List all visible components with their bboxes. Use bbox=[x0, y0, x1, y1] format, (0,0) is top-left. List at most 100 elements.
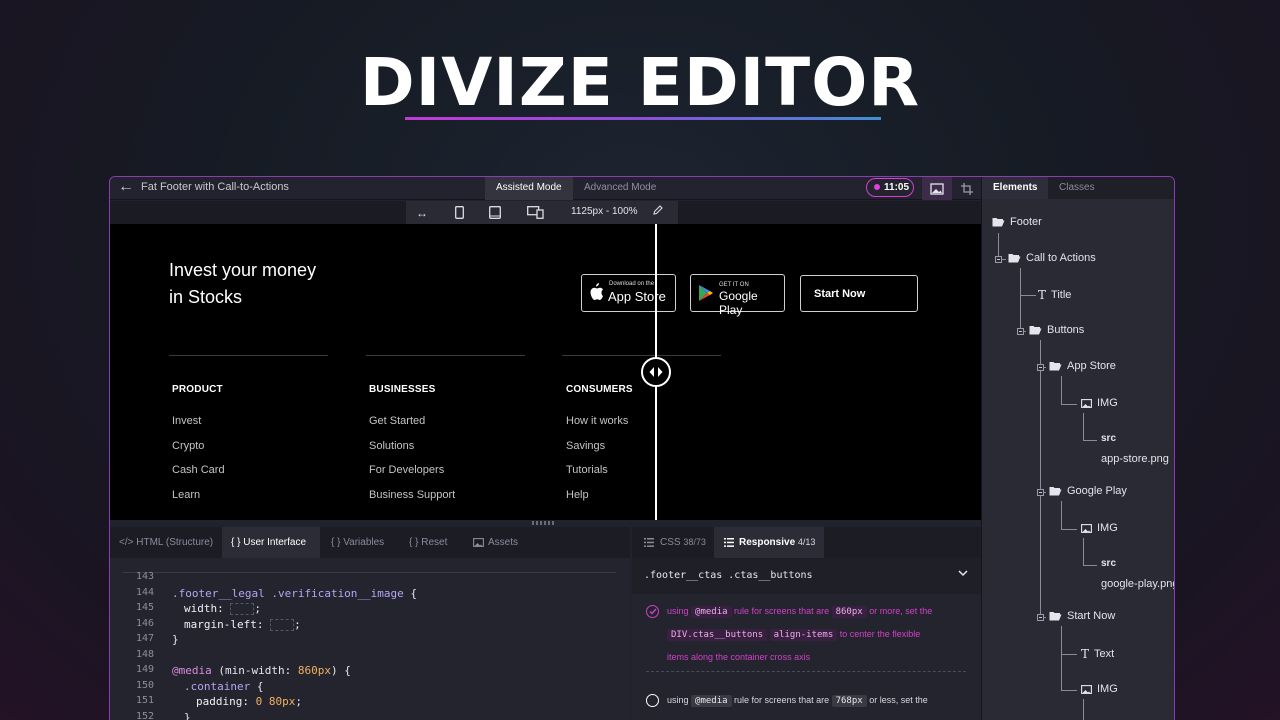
collapse-toggle[interactable] bbox=[1017, 328, 1024, 335]
session-timer: 11:05 bbox=[866, 178, 914, 197]
back-arrow-icon[interactable]: ← bbox=[118, 178, 134, 196]
tab-elements[interactable]: Elements bbox=[982, 177, 1049, 199]
image-icon bbox=[1081, 398, 1092, 408]
recording-dot-icon bbox=[874, 184, 880, 190]
tree-node-buttons[interactable]: Buttons bbox=[1029, 324, 1084, 336]
tab-html-structure[interactable]: </> HTML (Structure) bbox=[110, 527, 220, 558]
tree-node-title[interactable]: T Title bbox=[1038, 288, 1071, 302]
tree-attr-value[interactable]: google-play.png bbox=[1101, 578, 1174, 590]
footer-link[interactable]: Invest bbox=[172, 415, 201, 427]
text-type-icon: T bbox=[1038, 288, 1047, 302]
footer-link[interactable]: Tutorials bbox=[566, 464, 608, 476]
column-heading-product: PRODUCT bbox=[172, 384, 223, 395]
folder-open-icon bbox=[1049, 487, 1062, 496]
tab-classes[interactable]: Classes bbox=[1048, 177, 1106, 199]
app-store-big-text: App Store bbox=[608, 289, 666, 304]
collapse-toggle[interactable] bbox=[1037, 364, 1044, 371]
headline-line-2: in Stocks bbox=[169, 287, 243, 307]
check-circle-icon[interactable] bbox=[646, 605, 659, 618]
empty-circle-icon[interactable] bbox=[646, 694, 659, 707]
device-group: ↔ 1125px - 100% bbox=[406, 201, 678, 224]
splitter-handle[interactable] bbox=[641, 357, 671, 387]
footer-link[interactable]: Savings bbox=[566, 440, 605, 452]
app-store-small-text: Download on the bbox=[609, 281, 655, 287]
assisted-mode-tab[interactable]: Assisted Mode bbox=[485, 177, 573, 200]
tree-attr-src[interactable]: src bbox=[1101, 558, 1116, 569]
collapse-toggle[interactable] bbox=[1037, 489, 1044, 496]
footer-link[interactable]: Learn bbox=[172, 489, 200, 501]
tree-line bbox=[1061, 529, 1077, 530]
rule-description: using @media rule for screens that are 8… bbox=[667, 606, 933, 662]
mobile-device-icon[interactable] bbox=[447, 204, 471, 221]
footer-link[interactable]: Business Support bbox=[369, 489, 455, 501]
tree-attr-value[interactable]: app-store.png bbox=[1101, 453, 1169, 465]
document-title: Fat Footer with Call-to-Actions bbox=[141, 181, 289, 193]
selector-dropdown[interactable]: .footer__ctas .ctas__buttons bbox=[632, 558, 981, 594]
column-divider bbox=[562, 355, 721, 356]
tree-node-start-now[interactable]: Start Now bbox=[1049, 610, 1115, 622]
footer-link[interactable]: Get Started bbox=[369, 415, 425, 427]
crop-button[interactable] bbox=[956, 177, 978, 200]
tab-variables[interactable]: { } Variables bbox=[322, 527, 400, 558]
start-now-button[interactable]: Start Now bbox=[800, 275, 918, 312]
tree-node-call-to-actions[interactable]: Call to Actions bbox=[1008, 252, 1096, 264]
value-placeholder[interactable] bbox=[230, 603, 255, 615]
list-icon bbox=[724, 538, 734, 547]
collapse-toggle[interactable] bbox=[995, 256, 1002, 263]
tree-node-text[interactable]: T Text bbox=[1081, 647, 1114, 661]
tree-node-app-store[interactable]: App Store bbox=[1049, 360, 1116, 372]
footer-link[interactable]: How it works bbox=[566, 415, 628, 427]
advanced-mode-tab[interactable]: Advanced Mode bbox=[573, 177, 667, 200]
tab-css[interactable]: CSS 38/73 bbox=[632, 527, 712, 558]
footer-link[interactable]: Help bbox=[566, 489, 589, 501]
tree-node-img[interactable]: IMG bbox=[1081, 683, 1118, 695]
text-type-icon: T bbox=[1081, 647, 1090, 661]
google-play-button[interactable]: GET IT ON Google Play bbox=[690, 274, 785, 317]
tree-node-img[interactable]: IMG bbox=[1081, 522, 1118, 534]
tree-node-img[interactable]: IMG bbox=[1081, 397, 1118, 409]
tab-responsive[interactable]: Responsive 4/13 bbox=[714, 527, 824, 558]
viewport-size-label[interactable]: 1125px - 100% bbox=[571, 206, 638, 217]
folder-open-icon bbox=[1029, 326, 1042, 335]
tree-line bbox=[1061, 626, 1062, 690]
footer-link[interactable]: Cash Card bbox=[172, 464, 225, 476]
tab-css-count: 38/73 bbox=[683, 537, 706, 547]
image-toggle-button[interactable] bbox=[922, 177, 952, 200]
image-icon bbox=[930, 182, 944, 195]
code-editor[interactable]: 143 144 .footer__legal .verification__ima… bbox=[110, 558, 630, 720]
panel-resize-grip[interactable] bbox=[530, 520, 558, 526]
pencil-icon[interactable] bbox=[652, 204, 664, 216]
rule-separator bbox=[646, 671, 966, 672]
tablet-device-icon[interactable] bbox=[483, 204, 507, 221]
tab-assets[interactable]: Assets bbox=[462, 527, 532, 558]
tree-line bbox=[1083, 565, 1097, 566]
tab-assets-label: Assets bbox=[488, 537, 519, 548]
responsive-panel: .footer__ctas .ctas__buttons using @medi… bbox=[632, 558, 981, 720]
footer-link[interactable]: Solutions bbox=[369, 440, 414, 452]
tree-node-footer[interactable]: Footer bbox=[992, 216, 1042, 228]
rule-description: using @media rule for screens that are 7… bbox=[667, 695, 928, 707]
preview-canvas: Invest your money in Stocks Download on … bbox=[110, 224, 981, 520]
preview-headline: Invest your money in Stocks bbox=[169, 257, 369, 311]
apple-icon bbox=[590, 283, 603, 300]
column-divider bbox=[366, 355, 525, 356]
hero-title: DIVIZE EDITOR bbox=[359, 44, 921, 121]
value-placeholder[interactable] bbox=[270, 619, 295, 631]
tree-attr-src[interactable]: src bbox=[1101, 433, 1116, 444]
collapse-toggle[interactable] bbox=[1037, 614, 1044, 621]
fit-width-icon[interactable]: ↔ bbox=[410, 204, 434, 221]
multi-device-icon[interactable] bbox=[523, 204, 547, 221]
app-store-button[interactable]: Download on the App Store bbox=[581, 274, 676, 312]
editor-topbar: ← Fat Footer with Call-to-Actions Assist… bbox=[110, 177, 981, 200]
tree-line bbox=[1061, 690, 1077, 691]
list-icon bbox=[644, 538, 654, 547]
chevron-down-icon bbox=[958, 570, 968, 577]
footer-link[interactable]: For Developers bbox=[369, 464, 444, 476]
tree-line bbox=[1061, 501, 1062, 529]
column-divider bbox=[169, 355, 328, 356]
tab-reset[interactable]: { } Reset bbox=[400, 527, 462, 558]
tab-responsive-label: Responsive bbox=[739, 537, 796, 548]
footer-link[interactable]: Crypto bbox=[172, 440, 204, 452]
tab-user-interface[interactable]: { } User Interface bbox=[222, 527, 320, 558]
tree-node-google-play[interactable]: Google Play bbox=[1049, 485, 1127, 497]
